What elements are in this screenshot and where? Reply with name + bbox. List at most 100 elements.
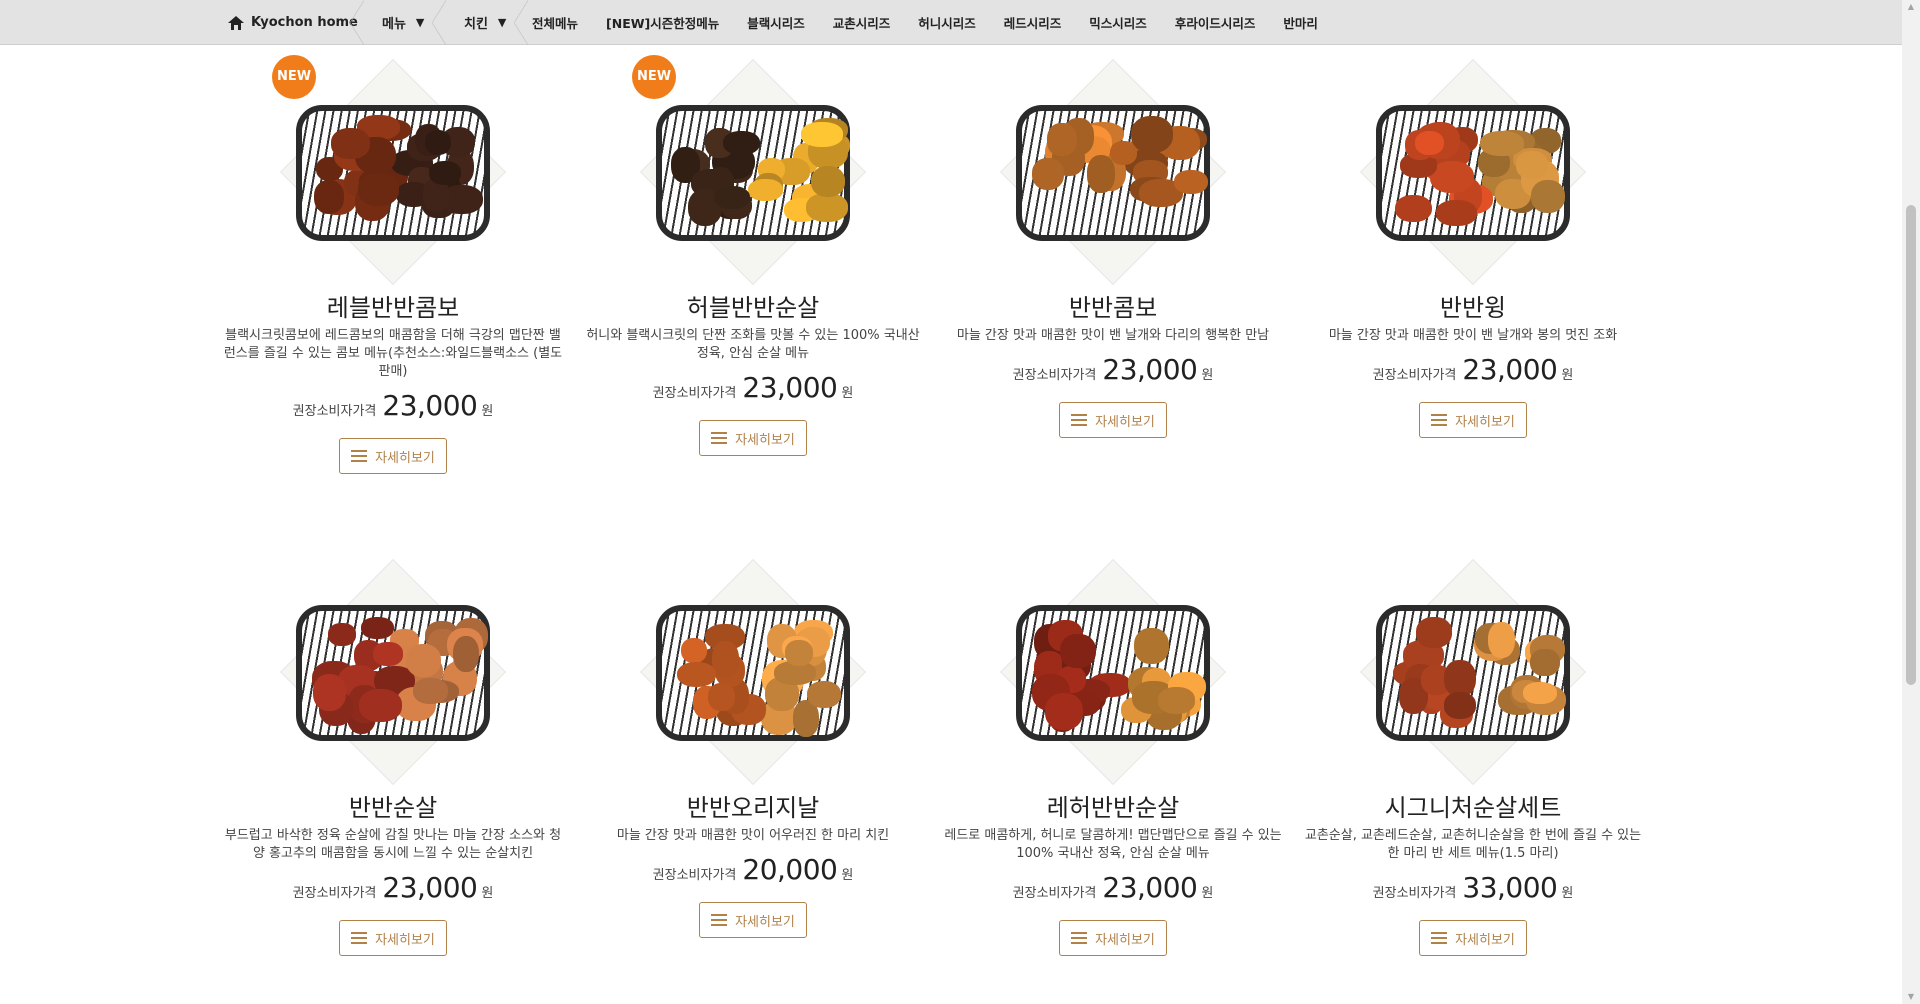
price-row: 권장소비자가격 23,000 원 [1293, 353, 1653, 386]
detail-button-label: 자세히보기 [1095, 932, 1155, 948]
chicken-piece [428, 161, 461, 185]
product-description: 블랙시크릿콤보에 레드콤보의 매콤함을 더해 극강의 맵단짠 밸런스를 즐길 수… [223, 328, 563, 379]
chicken-piece [714, 186, 751, 210]
menu-icon [1071, 414, 1088, 426]
detail-button[interactable]: 자세히보기 [1059, 402, 1167, 438]
nav-link[interactable]: 후라이드시리즈 [1175, 13, 1256, 32]
nav-link[interactable]: 교촌시리즈 [833, 13, 891, 32]
detail-button[interactable]: 자세히보기 [1059, 920, 1167, 956]
nav-link[interactable]: 레드시리즈 [1004, 13, 1062, 32]
price-value: 23,000 [1102, 871, 1198, 904]
scroll-up-icon[interactable]: ▲ [1906, 2, 1916, 12]
price-label: 권장소비자가격 [1012, 368, 1097, 383]
chicken-pieces [310, 615, 489, 735]
chicken-piece [1415, 130, 1445, 156]
price-value: 23,000 [1102, 353, 1198, 386]
price-label: 권장소비자가격 [652, 868, 737, 883]
scrollbar-thumb[interactable] [1906, 205, 1916, 685]
product-image[interactable] [998, 557, 1228, 787]
product-description: 레드로 매콤하게, 허니로 달콤하게! 맵단맵단으로 즐길 수 있는 100% … [944, 828, 1282, 861]
category-dropdown[interactable]: 치킨 ▼ [444, 0, 528, 45]
product-image[interactable] [1358, 57, 1588, 287]
chicken-piece [313, 180, 345, 215]
currency-label: 원 [841, 386, 854, 401]
chicken-piece [424, 130, 452, 156]
chevron-down-icon: ▼ [415, 16, 425, 29]
nav-link[interactable]: 허니시리즈 [918, 13, 976, 32]
chicken-piece [785, 639, 813, 666]
product-card: 반반순살부드럽고 바삭한 정육 순살에 감칠 맛나는 마늘 간장 소스와 청양 … [213, 557, 573, 956]
chicken-piece [1086, 155, 1115, 193]
chicken-piece [373, 642, 404, 666]
product-description: 마늘 간장 맛과 매콤한 맛이 밴 날개와 봉의 멋진 조화 [1328, 328, 1618, 343]
home-icon [228, 15, 244, 30]
price-label: 권장소비자가격 [1372, 886, 1457, 901]
detail-button[interactable]: 자세히보기 [339, 920, 447, 956]
currency-label: 원 [1201, 886, 1214, 901]
price-label: 권장소비자가격 [292, 404, 377, 419]
chicken-piece [1443, 692, 1477, 719]
product-card: 반반윙 마늘 간장 맛과 매콤한 맛이 밴 날개와 봉의 멋진 조화 권장소비자가격… [1293, 57, 1653, 438]
chevron-down-icon: ▼ [497, 16, 507, 29]
chicken-piece [810, 165, 845, 198]
chicken-piece [328, 623, 357, 647]
product-name: 반반오리지날 [686, 794, 820, 822]
price-row: 권장소비자가격 33,000 원 [1293, 871, 1653, 904]
nav-link[interactable]: 믹스시리즈 [1089, 13, 1147, 32]
product-card: NEW 레블반반콤보 블랙시크릿콤보에 레드콤보의 매콤함을 더해 극강의 맵단짠 … [213, 55, 573, 474]
product-image[interactable]: NEW [272, 55, 508, 287]
price-label: 권장소비자가격 [292, 886, 377, 901]
product-card: 반반콤보 마늘 간장 맛과 매콤한 맛이 밴 날개와 다리의 행복한 만남 권장소비… [933, 57, 1293, 438]
detail-button[interactable]: 자세히보기 [699, 420, 807, 456]
chicken-pieces [670, 115, 851, 227]
product-image[interactable] [638, 557, 868, 787]
home-link[interactable]: Kyochon home [0, 0, 364, 45]
nav-link[interactable]: 전체메뉴 [532, 13, 578, 32]
scrollbar[interactable]: ▲ ▼ [1902, 0, 1920, 1004]
price-value: 23,000 [382, 389, 478, 422]
chicken-pieces [670, 615, 842, 738]
chicken-piece [1134, 627, 1169, 664]
detail-button[interactable]: 자세히보기 [1419, 402, 1527, 438]
price-value: 33,000 [1462, 871, 1558, 904]
chicken-piece [712, 640, 739, 678]
chicken-piece [358, 172, 400, 206]
price-value: 23,000 [382, 871, 478, 904]
chicken-piece [807, 680, 842, 709]
chicken-piece [748, 178, 784, 202]
breadcrumb: Kyochon home 메뉴 ▼ 치킨 ▼ [0, 0, 528, 45]
product-image[interactable] [998, 57, 1228, 287]
product-name: 반반순살 [348, 794, 438, 822]
product-image[interactable] [1358, 557, 1588, 787]
currency-label: 원 [1561, 886, 1574, 901]
product-description: 부드럽고 바삭한 정육 순살에 감칠 맛나는 마늘 간장 소스와 청양 홍고추의… [224, 828, 562, 861]
menu-icon [1431, 932, 1448, 944]
product-image[interactable] [278, 557, 508, 787]
chicken-piece [708, 682, 736, 711]
detail-button[interactable]: 자세히보기 [699, 902, 807, 938]
detail-button-label: 자세히보기 [375, 932, 435, 948]
menu-icon [351, 932, 368, 944]
detail-button[interactable]: 자세히보기 [339, 438, 447, 474]
new-badge: NEW [272, 55, 316, 99]
category-dropdown-label: 치킨 [464, 17, 488, 32]
nav-link[interactable]: 반마리 [1283, 13, 1318, 32]
menu-dropdown[interactable]: 메뉴 ▼ [362, 0, 446, 45]
chicken-piece [676, 661, 717, 687]
product-name: 허블반반순살 [686, 294, 820, 322]
nav-link[interactable]: 블랙시리즈 [747, 13, 805, 32]
chicken-piece [1488, 621, 1516, 659]
product-name: 반반콤보 [1068, 294, 1158, 322]
chicken-piece [1060, 633, 1097, 668]
price-row: 권장소비자가격 23,000 원 [573, 371, 933, 404]
price-value: 20,000 [742, 853, 838, 886]
scroll-down-icon[interactable]: ▼ [1906, 992, 1916, 1002]
product-image[interactable]: NEW [632, 55, 868, 287]
detail-button-label: 자세히보기 [1095, 414, 1155, 430]
chicken-piece [412, 678, 449, 705]
nav-link[interactable]: [NEW]시즌한정메뉴 [606, 13, 719, 32]
price-value: 23,000 [742, 371, 838, 404]
home-label: Kyochon home [251, 15, 358, 30]
detail-button[interactable]: 자세히보기 [1419, 920, 1527, 956]
chicken-piece [680, 637, 707, 664]
